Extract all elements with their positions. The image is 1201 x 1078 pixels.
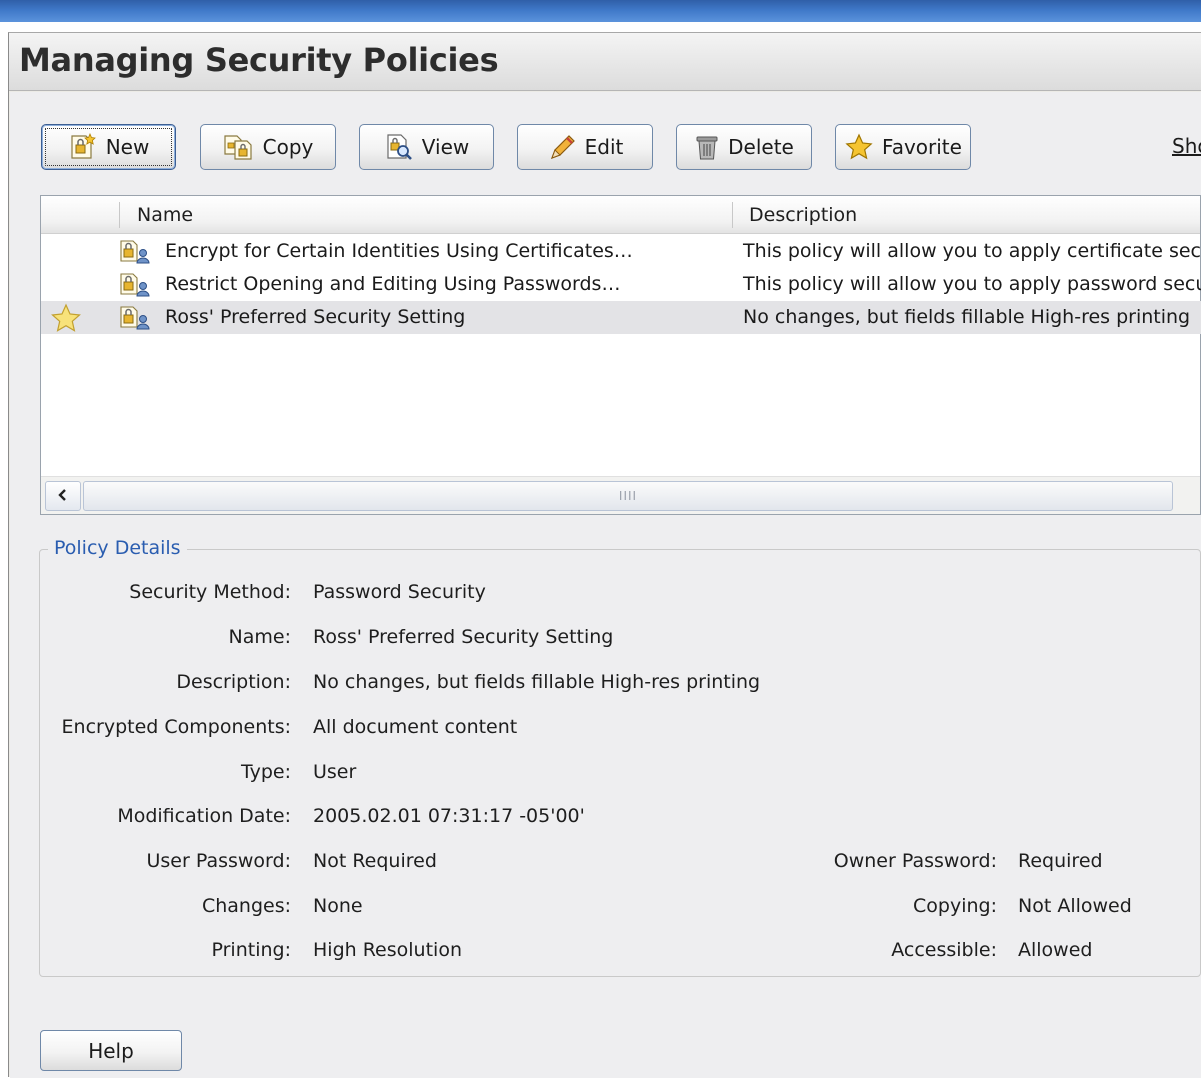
- policy-description: This policy will allow you to apply cert…: [743, 240, 1201, 262]
- changes-label: Changes:: [201, 895, 291, 917]
- encrypted-components-label: Encrypted Components:: [61, 716, 291, 738]
- policy-description: This policy will allow you to apply pass…: [743, 273, 1201, 295]
- type-label: Type:: [240, 761, 291, 783]
- policy-row[interactable]: Restrict Opening and Editing Using Passw…: [41, 268, 1201, 301]
- pencil-icon: [547, 133, 577, 161]
- policy-name: Encrypt for Certain Identities Using Cer…: [165, 240, 633, 262]
- column-header-name[interactable]: Name: [137, 204, 193, 226]
- column-separator: [732, 202, 733, 228]
- scroll-grip: IIII: [618, 489, 638, 503]
- policy-description: No changes, but fields fillable High-res…: [743, 306, 1191, 328]
- favorite-button[interactable]: Favorite: [835, 124, 971, 170]
- dialog-header: Managing Security Policies: [9, 33, 1201, 91]
- copy-policy-icon: [223, 133, 255, 161]
- policy-row-selected[interactable]: Ross' Preferred Security Setting No chan…: [41, 301, 1201, 334]
- copy-button[interactable]: Copy: [200, 124, 336, 170]
- description-label: Description:: [176, 671, 291, 693]
- accessible-value: Allowed: [1018, 939, 1093, 961]
- horizontal-scrollbar[interactable]: IIII: [41, 476, 1200, 514]
- security-method-value: Password Security: [313, 581, 486, 603]
- favorite-button-label: Favorite: [882, 135, 962, 159]
- copy-button-label: Copy: [262, 135, 314, 159]
- scroll-left-button[interactable]: [45, 481, 81, 511]
- policy-list: Name Description Encrypt for Certain Ide…: [40, 195, 1201, 515]
- printing-value: High Resolution: [313, 939, 462, 961]
- new-policy-icon: [68, 133, 98, 161]
- owner-password-label: Owner Password:: [833, 850, 997, 872]
- scroll-thumb[interactable]: IIII: [83, 481, 1173, 511]
- column-header-description[interactable]: Description: [749, 204, 857, 226]
- modification-date-label: Modification Date:: [117, 805, 291, 827]
- policy-lock-icon: [119, 239, 153, 270]
- dialog-title: Managing Security Policies: [19, 41, 499, 79]
- changes-value: None: [313, 895, 363, 917]
- name-label: Name:: [228, 626, 291, 648]
- edit-button-label: Edit: [584, 135, 624, 159]
- trash-icon: [694, 133, 720, 161]
- policy-row[interactable]: Encrypt for Certain Identities Using Cer…: [41, 235, 1201, 268]
- titlebar-gap: [0, 22, 1201, 32]
- window-titlebar: [0, 0, 1201, 22]
- show-filter-link[interactable]: Sho: [1172, 134, 1201, 158]
- policy-name: Restrict Opening and Editing Using Passw…: [165, 273, 621, 295]
- name-value: Ross' Preferred Security Setting: [313, 626, 614, 648]
- policy-lock-icon: [119, 305, 153, 336]
- user-password-label: User Password:: [146, 850, 292, 872]
- copying-label: Copying:: [913, 895, 997, 917]
- encrypted-components-value: All document content: [313, 716, 518, 738]
- view-policy-icon: [384, 133, 414, 161]
- column-separator: [119, 202, 120, 228]
- favorite-star-icon: [49, 303, 83, 338]
- view-button[interactable]: View: [359, 124, 494, 170]
- list-header: Name Description: [41, 196, 1200, 234]
- description-value: No changes, but fields fillable High-res…: [313, 671, 761, 693]
- help-button-label: Help: [88, 1038, 134, 1063]
- policy-lock-icon: [119, 272, 153, 303]
- policy-name: Ross' Preferred Security Setting: [165, 306, 466, 328]
- type-value: User: [313, 761, 357, 783]
- edit-button[interactable]: Edit: [517, 124, 653, 170]
- accessible-label: Accessible:: [891, 939, 997, 961]
- new-button[interactable]: New: [41, 124, 176, 170]
- chevron-left-icon: [56, 487, 70, 506]
- delete-button[interactable]: Delete: [676, 124, 812, 170]
- policy-details-legend: Policy Details: [48, 537, 187, 559]
- printing-label: Printing:: [211, 939, 292, 961]
- delete-button-label: Delete: [728, 135, 794, 159]
- owner-password-value: Required: [1018, 850, 1103, 872]
- help-button[interactable]: Help: [40, 1030, 182, 1071]
- security-method-label: Security Method:: [129, 581, 291, 603]
- star-icon: [844, 133, 874, 161]
- view-button-label: View: [421, 135, 470, 159]
- copying-value: Not Allowed: [1018, 895, 1132, 917]
- modification-date-value: 2005.02.01 07:31:17 -05'00': [313, 805, 585, 827]
- new-button-label: New: [105, 135, 150, 159]
- user-password-value: Not Required: [313, 850, 437, 872]
